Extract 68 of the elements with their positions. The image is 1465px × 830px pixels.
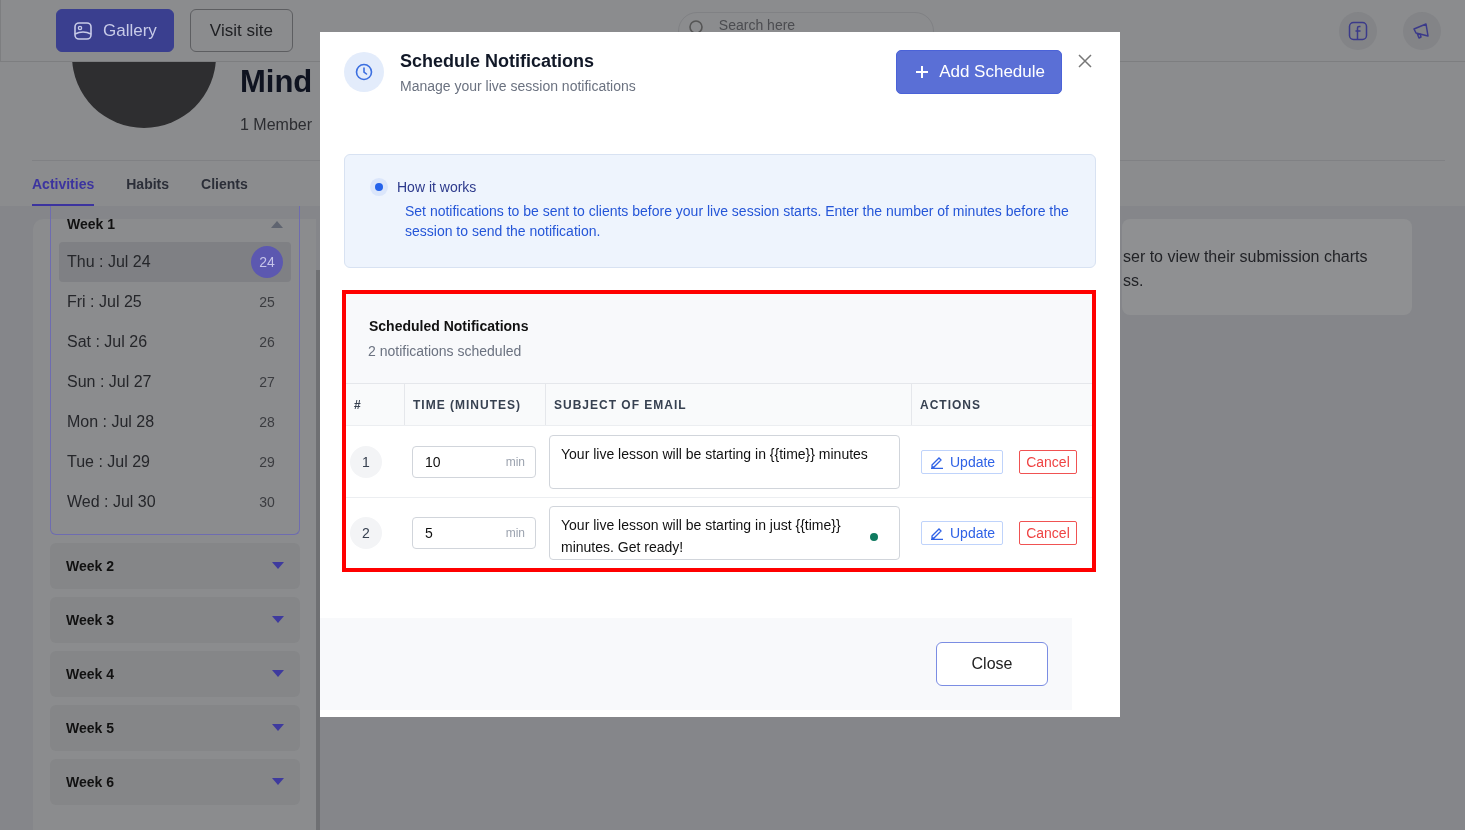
day-item[interactable]: Sat : Jul 26 26 — [59, 322, 291, 362]
column-header: TIME (MINUTES) — [404, 384, 545, 425]
week-header[interactable]: Week 6 — [50, 759, 300, 805]
column-header: # — [353, 396, 363, 414]
update-button[interactable]: Update — [921, 521, 1004, 545]
day-item[interactable]: Sun : Jul 27 27 — [59, 362, 291, 402]
day-number: 24 — [251, 246, 283, 278]
day-item[interactable]: Fri : Jul 25 25 — [59, 282, 291, 322]
expand-triangle-icon — [272, 778, 284, 786]
info-title: How it works — [397, 179, 477, 195]
megaphone-icon[interactable] — [1403, 11, 1441, 50]
tab[interactable]: Clients — [201, 176, 248, 206]
day-item[interactable]: Wed : Jul 30 30 — [59, 482, 291, 522]
pencil-icon — [930, 526, 944, 540]
update-button[interactable]: Update — [921, 449, 1004, 474]
gallery-button[interactable]: Gallery — [56, 9, 174, 52]
close-button[interactable]: Close — [936, 642, 1048, 686]
member-count: 1 Member — [240, 116, 313, 134]
cancel-button[interactable]: Cancel — [1019, 521, 1077, 545]
modal-title: Schedule Notifications — [400, 51, 596, 72]
visit-site-button[interactable]: Visit site — [189, 9, 293, 52]
day-item[interactable]: Tue : Jul 29 29 — [59, 442, 291, 482]
expand-triangle-icon — [272, 616, 284, 624]
column-header: ACTIONS — [911, 384, 1090, 425]
unit-label: min — [505, 526, 525, 540]
day-item[interactable]: Mon : Jul 28 28 — [59, 402, 291, 442]
week-header[interactable]: Week 2 — [50, 543, 300, 589]
week-header[interactable]: Week 4 — [50, 651, 300, 697]
search-icon — [688, 19, 703, 34]
clock-icon-drawing — [354, 62, 374, 82]
column-header: SUBJECT OF EMAIL — [545, 384, 911, 425]
notification-count: 2 notifications scheduled — [368, 343, 523, 359]
close-x-icon — [1078, 54, 1092, 68]
profile-title: Mind — [240, 64, 313, 100]
day-number: 28 — [258, 414, 276, 430]
collapse-triangle-icon — [271, 220, 283, 228]
section-title: Scheduled Notifications — [369, 318, 530, 334]
megaphone-icon-drawing — [1412, 20, 1432, 41]
subject-field[interactable]: Your live lesson will be starting in just {{time}} minutes. Get ready! — [549, 506, 900, 560]
cancel-button[interactable]: Cancel — [1019, 449, 1077, 474]
info-text: Set notifications to be sent to clients before your live session starts. Enter the number of minutes before the session to send the notification. — [405, 202, 1070, 241]
week-header[interactable]: Week 1 — [51, 206, 299, 242]
status-dot-icon — [870, 533, 878, 541]
subject-field[interactable]: Your live lesson will be starting in {{time}} minutes — [549, 434, 900, 489]
info-text: ser to view their submission charts — [1123, 247, 1369, 267]
day-number: 30 — [258, 494, 276, 510]
modal-subtitle: Manage your live session notifications — [400, 78, 636, 94]
scrollbar[interactable] — [316, 270, 320, 830]
row-number: 1 — [350, 445, 382, 478]
image-icon — [73, 20, 93, 41]
row-number: 2 — [350, 517, 382, 549]
day-number: 25 — [258, 294, 276, 310]
week-header[interactable]: Week 3 — [50, 597, 300, 643]
week-header[interactable]: Week 5 — [50, 705, 300, 751]
facebook-icon[interactable] — [1339, 11, 1377, 50]
expand-triangle-icon — [272, 724, 284, 732]
expand-triangle-icon — [272, 562, 284, 570]
tab[interactable]: Habits — [126, 176, 170, 206]
add-schedule-button[interactable]: Add Schedule — [896, 50, 1062, 94]
day-number: 26 — [258, 334, 276, 350]
day-item[interactable]: Thu : Jul 24 24 — [59, 242, 291, 282]
day-number: 29 — [258, 454, 276, 470]
info-text: ss. — [1123, 271, 1145, 291]
plus-icon — [915, 65, 930, 79]
unit-label: min — [505, 454, 525, 469]
day-number: 27 — [258, 374, 276, 390]
facebook-icon-drawing — [1348, 20, 1368, 41]
expand-triangle-icon — [272, 670, 284, 678]
